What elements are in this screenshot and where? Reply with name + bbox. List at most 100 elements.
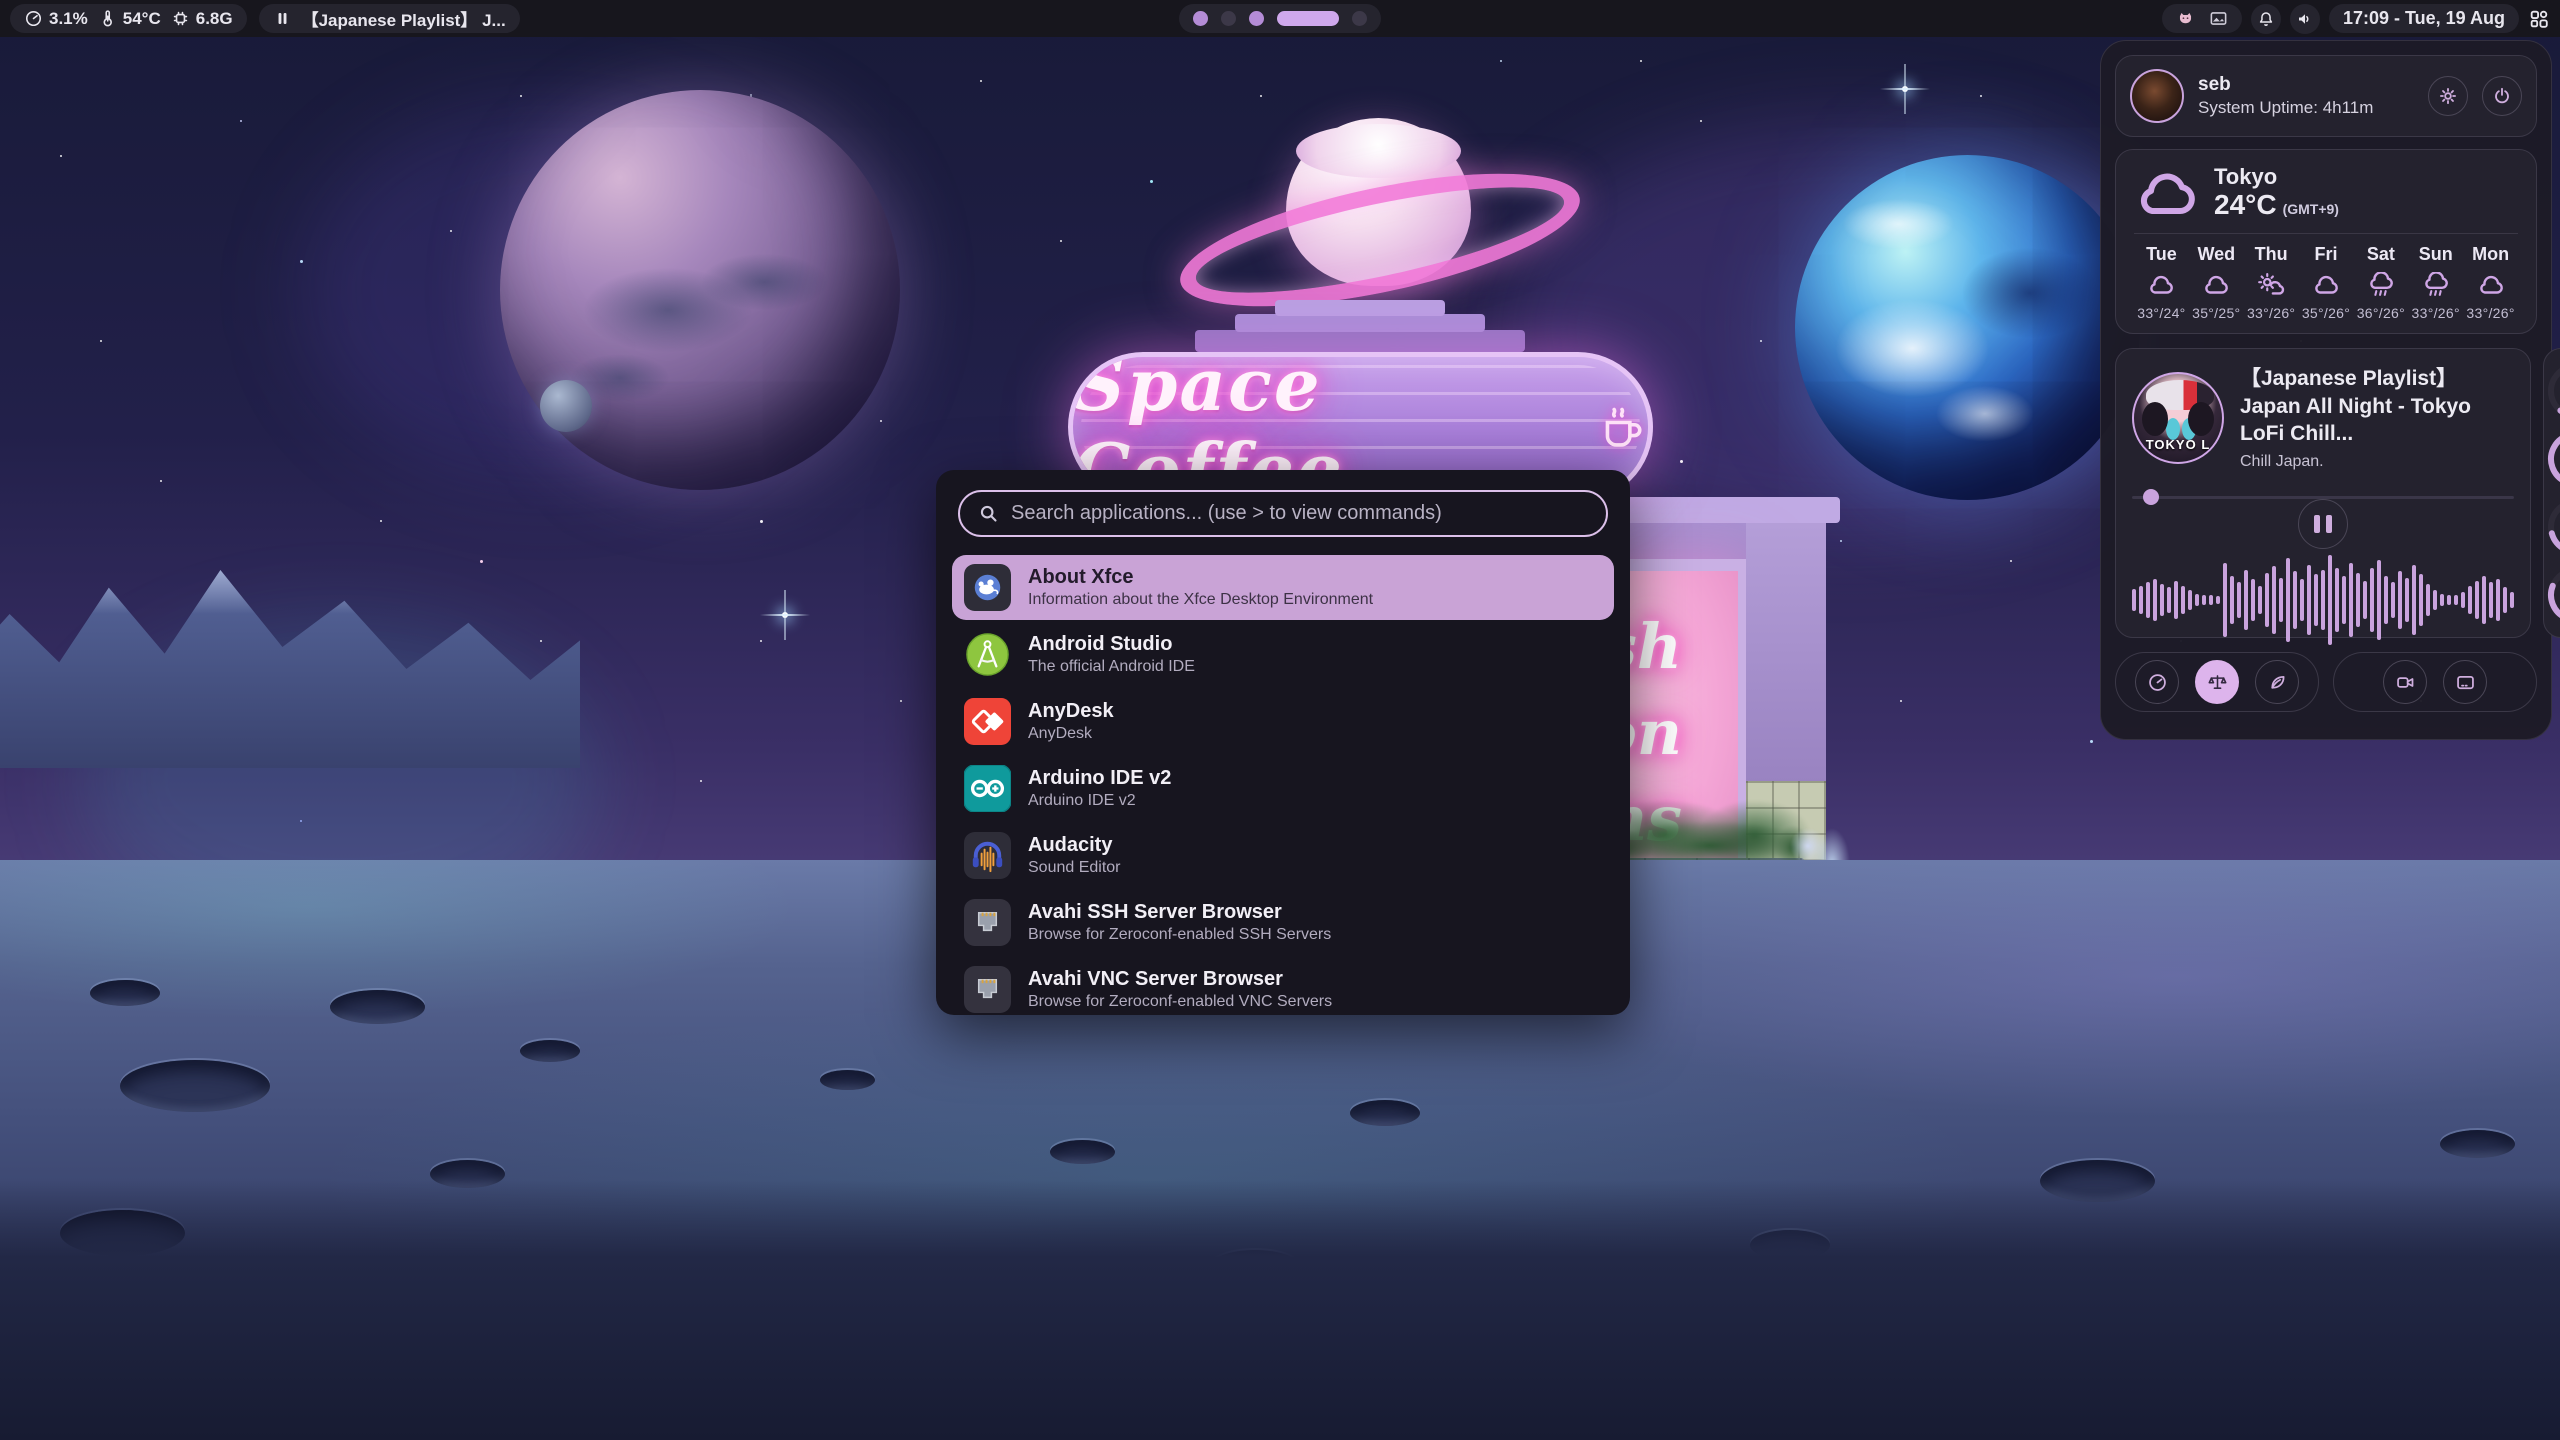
app-description: Sound Editor bbox=[1028, 858, 1121, 878]
forecast-day-fri: Fri35°/26° bbox=[2299, 244, 2354, 321]
crater bbox=[120, 1060, 270, 1112]
weather-city: Tokyo bbox=[2214, 164, 2339, 189]
now-playing-pill[interactable]: 【Japanese Playlist】 J... bbox=[259, 4, 520, 33]
system-uptime: System Uptime: 4h11m bbox=[2198, 98, 2373, 118]
app-name: Android Studio bbox=[1028, 632, 1195, 657]
track-subtitle: Chill Japan. bbox=[2240, 453, 2514, 471]
app-description: Browse for Zeroconf-enabled VNC Servers bbox=[1028, 992, 1332, 1012]
forecast-day-tue: Tue33°/24° bbox=[2134, 244, 2189, 321]
search-icon bbox=[978, 503, 999, 524]
rainy-icon bbox=[2421, 272, 2451, 298]
search-placeholder: Search applications... (use > to view co… bbox=[1011, 502, 1442, 525]
video-camera-icon bbox=[2395, 672, 2416, 693]
weather-temp: 24°C bbox=[2214, 189, 2277, 220]
leaf-icon bbox=[2267, 672, 2288, 693]
app-description: AnyDesk bbox=[1028, 724, 1114, 744]
scales-icon bbox=[2207, 672, 2228, 693]
app-name: Arduino IDE v2 bbox=[1028, 766, 1171, 791]
crater bbox=[2440, 1130, 2515, 1158]
mountains bbox=[0, 548, 580, 768]
crater bbox=[330, 990, 425, 1024]
workspace-dot-4[interactable] bbox=[1277, 11, 1339, 26]
crater bbox=[820, 1070, 875, 1090]
crater bbox=[1350, 1100, 1420, 1126]
gauge-gauge: 3.1% bbox=[2544, 359, 2560, 423]
track-title: 【Japanese Playlist】 Japan All Night - To… bbox=[2240, 365, 2514, 447]
audacity-app-icon bbox=[964, 832, 1011, 879]
crater bbox=[90, 980, 160, 1006]
weather-cloud-icon bbox=[2134, 167, 2198, 219]
app-name: AnyDesk bbox=[1028, 699, 1114, 724]
forecast-day-thu: Thu33°/26° bbox=[2244, 244, 2299, 321]
star-flare bbox=[1902, 86, 1908, 92]
chip-icon bbox=[171, 9, 190, 28]
power-icon bbox=[2492, 86, 2512, 106]
small-moon bbox=[540, 380, 592, 432]
app-item-anydesk[interactable]: AnyDeskAnyDesk bbox=[952, 689, 1614, 754]
system-gauges-card: 3.1%54°C14%24% bbox=[2543, 348, 2560, 638]
workspace-switcher[interactable] bbox=[1179, 4, 1381, 33]
album-art: TOKYO L bbox=[2132, 372, 2224, 464]
screenshot-button[interactable] bbox=[2443, 660, 2487, 704]
workspace-dot-2[interactable] bbox=[1221, 11, 1236, 26]
cloudy-icon bbox=[2476, 272, 2506, 298]
settings-button[interactable] bbox=[2428, 76, 2468, 116]
app-item-android-studio[interactable]: Android StudioThe official Android IDE bbox=[952, 622, 1614, 687]
forecast-day-sun: Sun33°/26° bbox=[2408, 244, 2463, 321]
system-stats-pill[interactable]: 3.1%54°C6.8G bbox=[10, 4, 247, 33]
search-input[interactable]: Search applications... (use > to view co… bbox=[958, 490, 1608, 537]
wallpaper-icon[interactable] bbox=[2209, 9, 2228, 28]
app-launcher-overlay: Search applications... (use > to view co… bbox=[936, 470, 1630, 1015]
forecast-day-wed: Wed35°/25° bbox=[2189, 244, 2244, 321]
gear-icon bbox=[2438, 86, 2458, 106]
album-art-text: TOKYO L bbox=[2134, 437, 2222, 452]
app-item-audacity[interactable]: AudacitySound Editor bbox=[952, 823, 1614, 888]
app-name: Avahi VNC Server Browser bbox=[1028, 967, 1332, 992]
foreground-shadow bbox=[0, 1180, 2560, 1440]
star-flare bbox=[782, 612, 788, 618]
app-grid-icon[interactable] bbox=[2528, 8, 2550, 30]
app-description: The official Android IDE bbox=[1028, 657, 1195, 677]
power-saver-profile-button[interactable] bbox=[2255, 660, 2299, 704]
pause-button[interactable] bbox=[2298, 499, 2348, 549]
clock[interactable]: 17:09 - Tue, 19 Aug bbox=[2329, 4, 2519, 33]
now-playing-label: 【Japanese Playlist】 J... bbox=[302, 6, 506, 31]
workspace-dot-1[interactable] bbox=[1193, 11, 1208, 26]
workspace-dot-3[interactable] bbox=[1249, 11, 1264, 26]
weather-card: Tokyo 24°C(GMT+9) Tue33°/24°Wed35°/25°Th… bbox=[2115, 149, 2537, 334]
thermometer-icon bbox=[98, 9, 117, 28]
capture-tools bbox=[2333, 652, 2537, 712]
app-name: Avahi SSH Server Browser bbox=[1028, 900, 1331, 925]
app-item-arduino-ide-v2[interactable]: Arduino IDE v2Arduino IDE v2 bbox=[952, 756, 1614, 821]
audio-waveform bbox=[2132, 555, 2514, 645]
workspace-dot-5[interactable] bbox=[1352, 11, 1367, 26]
cat-icon[interactable] bbox=[2176, 9, 2195, 28]
balanced-profile-button[interactable] bbox=[2195, 660, 2239, 704]
shop-roof bbox=[1180, 300, 1540, 356]
speedometer-icon bbox=[2147, 672, 2168, 693]
app-item-about-xfce[interactable]: About XfceInformation about the Xfce Des… bbox=[952, 555, 1614, 620]
anydesk-app-icon bbox=[964, 698, 1011, 745]
rainy-icon bbox=[2366, 272, 2396, 298]
stat-thermometer: 54°C bbox=[98, 9, 161, 29]
app-description: Browse for Zeroconf-enabled SSH Servers bbox=[1028, 925, 1331, 945]
volume-icon[interactable] bbox=[2290, 4, 2320, 34]
user-card: seb System Uptime: 4h11m bbox=[2115, 55, 2537, 137]
gauge-chip: 14% bbox=[2544, 495, 2560, 559]
cloudy-icon bbox=[2146, 272, 2176, 298]
earth-planet bbox=[1795, 155, 2140, 500]
app-item-avahi-ssh-server-browser[interactable]: Avahi SSH Server BrowserBrowse for Zeroc… bbox=[952, 890, 1614, 955]
cloudy-icon bbox=[2201, 272, 2231, 298]
widgets-pill[interactable] bbox=[2162, 4, 2242, 33]
notifications-bell-icon[interactable] bbox=[2251, 4, 2281, 34]
app-description: Information about the Xfce Desktop Envir… bbox=[1028, 590, 1373, 610]
app-results-list: About XfceInformation about the Xfce Des… bbox=[952, 555, 1614, 1022]
performance-profile-button[interactable] bbox=[2135, 660, 2179, 704]
screen-record-button[interactable] bbox=[2383, 660, 2427, 704]
network-app-icon bbox=[964, 899, 1011, 946]
app-item-avahi-vnc-server-browser[interactable]: Avahi VNC Server BrowserBrowse for Zeroc… bbox=[952, 957, 1614, 1022]
forecast-day-mon: Mon33°/26° bbox=[2463, 244, 2518, 321]
power-button[interactable] bbox=[2482, 76, 2522, 116]
xfce-app-icon bbox=[964, 564, 1011, 611]
gauge-thermometer: 54°C bbox=[2544, 427, 2560, 491]
